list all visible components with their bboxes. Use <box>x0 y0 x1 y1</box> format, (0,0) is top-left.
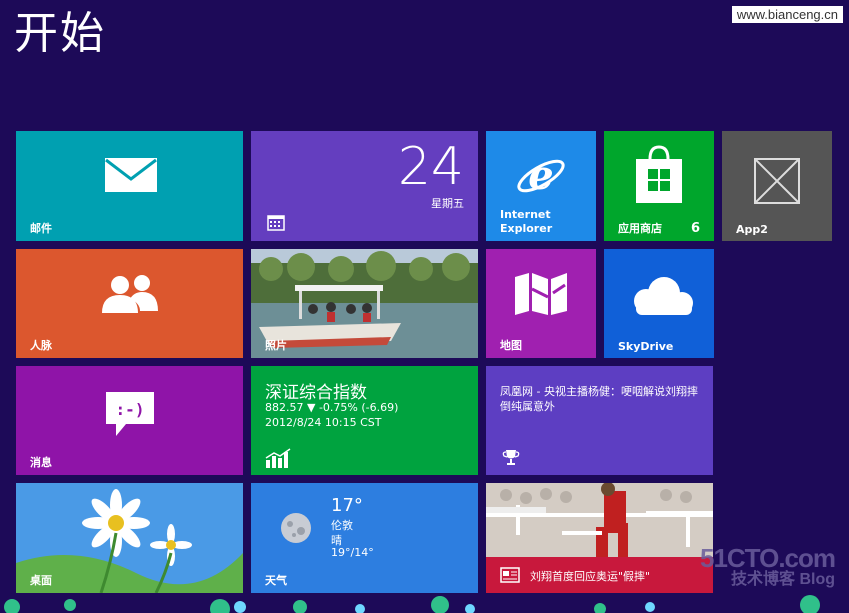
51cto-blog-watermark: 51CTO.com 技术博客 Blog <box>699 543 836 589</box>
weather-city: 伦敦 <box>331 519 353 532</box>
store-bag-icon <box>636 145 682 203</box>
tile-app2-label: App2 <box>736 223 768 236</box>
calendar-icon <box>267 215 285 231</box>
tile-people-label: 人脉 <box>30 339 52 352</box>
tile-desktop[interactable]: 桌面 <box>16 483 243 593</box>
finance-quote: 882.57 ▼ -0.75% (-6.69) <box>265 401 399 414</box>
tile-skydrive-label: SkyDrive <box>618 340 674 353</box>
tile-calendar[interactable]: 24 星期五 <box>251 131 478 241</box>
sports-headline: 凤凰网 - 央视主播杨健：哽咽解说刘翔摔倒纯属意外 <box>500 385 698 413</box>
tile-photos-label: 照片 <box>265 339 287 352</box>
tile-weather-label: 天气 <box>265 574 287 587</box>
tile-messaging-label: 消息 <box>30 456 52 469</box>
tile-sports[interactable]: 凤凰网 - 央视主播杨健：哽咽解说刘翔摔倒纯属意外 <box>486 366 713 475</box>
internet-explorer-icon: e <box>517 152 565 199</box>
tile-news[interactable]: 刘翔首度回应奥运"假摔" <box>486 483 713 593</box>
watermark: www.bianceng.cn <box>731 6 843 23</box>
news-banner: 刘翔首度回应奥运"假摔" <box>486 557 713 593</box>
tile-ie-label: Internet Explorer <box>500 208 553 235</box>
finance-time: 2012/8/24 10:15 CST <box>265 416 382 429</box>
weather-temp: 17° <box>331 495 363 516</box>
maps-icon <box>515 273 567 315</box>
newspaper-icon <box>500 567 520 583</box>
moon-icon <box>281 513 311 543</box>
tile-messaging[interactable]: :-) 消息 <box>16 366 243 475</box>
tile-weather[interactable]: 17° 伦敦 晴 19°/14° 天气 <box>251 483 478 593</box>
start-title: 开始 <box>14 8 106 59</box>
tile-store[interactable]: 应用商店 6 <box>604 131 714 241</box>
tile-desktop-label: 桌面 <box>30 574 52 587</box>
calendar-day: 24 <box>397 137 464 197</box>
people-icon <box>102 275 158 313</box>
weather-range: 19°/14° <box>331 546 374 559</box>
news-headline: 刘翔首度回应奥运"假摔" <box>530 570 651 583</box>
svg-text::-): :-) <box>116 400 145 419</box>
trophy-icon <box>502 450 520 465</box>
calendar-weekday: 星期五 <box>431 197 464 210</box>
tile-mail-label: 邮件 <box>30 222 52 235</box>
tile-people[interactable]: 人脉 <box>16 249 243 358</box>
tile-maps[interactable]: 地图 <box>486 249 596 358</box>
watermark-logo-text: 51CTO.com <box>699 543 836 573</box>
finance-chart-icon <box>265 448 291 468</box>
placeholder-app-icon <box>754 158 800 204</box>
tile-photos[interactable]: 照片 <box>251 249 478 358</box>
tile-internet-explorer[interactable]: e Internet Explorer <box>486 131 596 241</box>
cloud-icon <box>634 277 693 315</box>
tile-mail[interactable]: 邮件 <box>16 131 243 241</box>
tile-store-label: 应用商店 <box>618 222 662 235</box>
tile-finance[interactable]: 深证综合指数 882.57 ▼ -0.75% (-6.69) 2012/8/24… <box>251 366 478 475</box>
tile-app2[interactable]: App2 <box>722 131 832 241</box>
svg-text:e: e <box>528 152 553 199</box>
watermark-logo-subtext: 技术博客 Blog <box>731 571 835 588</box>
mail-icon <box>105 158 157 192</box>
tile-skydrive[interactable]: SkyDrive <box>604 249 714 358</box>
message-bubble-icon: :-) <box>106 392 154 436</box>
finance-title: 深证综合指数 <box>265 383 367 403</box>
tile-maps-label: 地图 <box>500 339 522 352</box>
background-flower-decoration <box>4 595 820 613</box>
store-update-badge: 6 <box>690 221 700 236</box>
